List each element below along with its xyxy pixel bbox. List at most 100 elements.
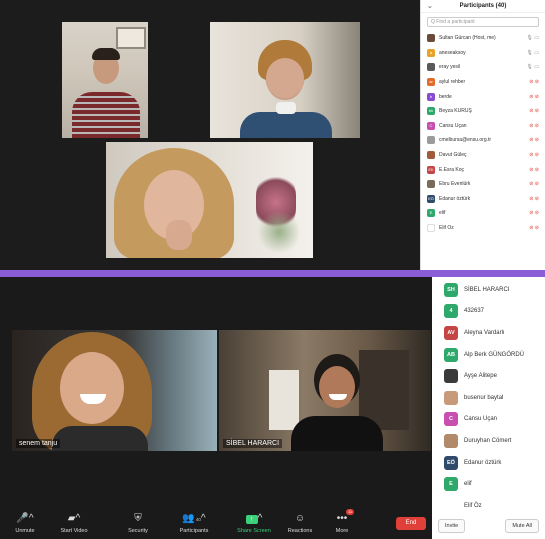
participant-row[interactable]: ar aylul rehber ⊘ ⊘: [421, 75, 545, 90]
participant-row[interactable]: Eelif ⊘ ⊘: [421, 206, 545, 221]
avatar: SH: [444, 282, 458, 297]
participant-row[interactable]: eray yesil 🎙 ▭: [421, 60, 545, 75]
participant-row[interactable]: EK E.Esra Koç ⊘ ⊘: [421, 162, 545, 177]
avatar: [427, 224, 435, 233]
participant-row[interactable]: Davut Güleç ⊘ ⊘: [421, 148, 545, 163]
participant-row[interactable]: 4 432637: [432, 301, 545, 323]
participants-icon: 👥40^: [182, 513, 206, 524]
participant-name: E.Esra Koç: [439, 166, 465, 173]
participant-row[interactable]: Elif Öz: [432, 495, 545, 517]
participant-name: Cansu Uçan: [439, 122, 467, 129]
avatar: a: [427, 48, 435, 57]
avatar: [427, 63, 435, 72]
meeting-toolbar: 🎤^ Unmute ▰^ Start Video ⛨ Security 👥40^…: [0, 509, 432, 539]
participant-name: Cansu Uçan: [464, 416, 498, 423]
avatar: AV: [444, 325, 458, 340]
participant-row[interactable]: Ayşe Alitepe: [432, 365, 545, 387]
start-video-button[interactable]: ▰^ Start Video: [52, 512, 96, 534]
avatar: 4: [444, 304, 458, 319]
avatar: [444, 390, 458, 405]
avatar: [427, 34, 435, 43]
chevron-down-icon[interactable]: ⌄: [427, 0, 433, 13]
participant-name: elif: [464, 481, 472, 488]
participant-name: cmelbursa@ensu.org.tr: [439, 137, 492, 144]
participant-name: Edanur öztürk: [464, 459, 502, 466]
invite-button[interactable]: Invite: [438, 519, 466, 533]
participants-count: 40: [195, 517, 201, 522]
muted-mic-video-icon: ⊘ ⊘: [529, 152, 539, 159]
avatar: [427, 151, 435, 160]
reactions-button[interactable]: ☺ Reactions: [278, 512, 322, 534]
panel-title: Participants (40): [459, 3, 507, 9]
video-tile-man[interactable]: [62, 22, 148, 138]
shield-icon: ⛨: [134, 513, 142, 524]
avatar: EÖ: [427, 194, 435, 203]
participant-name: Edanur öztürk: [439, 195, 471, 202]
muted-mic-video-icon: ⊘ ⊘: [529, 122, 539, 129]
participant-row[interactable]: EÖ Edanur öztürk: [432, 452, 545, 474]
participant-row[interactable]: cmelbursa@ensu.org.tr ⊘ ⊘: [421, 133, 545, 148]
participant-name: busenur baytal: [464, 394, 504, 401]
reactions-icon: ☺: [294, 513, 306, 524]
panel-header: ⌄ Participants (40): [421, 0, 545, 13]
participant-row[interactable]: EÖ Edanur öztürk ⊘ ⊘: [421, 192, 545, 207]
participant-row[interactable]: busenur baytal: [432, 387, 545, 409]
mic-muted-icon: 🎤^: [16, 513, 34, 524]
top-meeting-view: ⌄ Participants (40) Q Find a participant…: [0, 0, 545, 270]
muted-mic-video-icon: ⊘ ⊘: [529, 166, 539, 173]
participant-list: SH SİBEL HARARCI 4 432637 AV Aleyna Vardarlı A…: [432, 277, 545, 517]
participant-row[interactable]: C Cansu Uçan ⊘ ⊘: [421, 119, 545, 134]
video-tile-senem[interactable]: senem tanju: [12, 330, 217, 451]
participant-row[interactable]: Ebru Evenlürk ⊘ ⊘: [421, 177, 545, 192]
participant-row[interactable]: AB Alp Berk GÜNGÖRDÜ: [432, 344, 545, 366]
participant-row[interactable]: Elif Öz ⊘ ⊘: [421, 221, 545, 236]
participant-name: elif: [439, 210, 446, 217]
participant-row[interactable]: b berde ⊘ ⊘: [421, 89, 545, 104]
video-label-senem: senem tanju: [16, 439, 61, 448]
muted-mic-video-icon: ⊘ ⊘: [529, 181, 539, 188]
more-button[interactable]: ••• 11 More: [320, 509, 364, 534]
participant-name: Beyza KURUŞ: [439, 108, 472, 115]
participant-row[interactable]: Sultan Gürcan (Host, me) 🎙 ▭: [421, 31, 545, 46]
participant-name: 432637: [464, 308, 485, 315]
bottom-participants-panel: SH SİBEL HARARCI 4 432637 AV Aleyna Vardarlı A…: [432, 277, 545, 539]
avatar: [427, 180, 435, 189]
end-meeting-button[interactable]: End: [396, 517, 426, 530]
avatar: b: [427, 92, 435, 101]
mute-all-button[interactable]: Mute All: [505, 519, 539, 533]
avatar: [444, 498, 458, 513]
avatar: [444, 369, 458, 384]
video-tile-sibel[interactable]: SİBEL HARARCI: [219, 330, 431, 451]
panel-footer: Invite Mute All: [432, 519, 545, 533]
muted-mic-video-icon: ⊘ ⊘: [529, 225, 539, 232]
participant-row[interactable]: a aneseaksoy 🎙 ▭: [421, 46, 545, 61]
security-button[interactable]: ⛨ Security: [116, 512, 160, 534]
share-screen-button[interactable]: ↑ ^ Share Screen: [232, 512, 276, 534]
participant-row[interactable]: Eelif: [432, 473, 545, 495]
avatar: [427, 136, 435, 145]
participant-name: Aleyna Vardarlı: [464, 329, 505, 336]
mic-video-icon: 🎙 ▭: [526, 35, 539, 42]
participants-button[interactable]: 👥40^ Participants: [172, 512, 216, 534]
unmute-button[interactable]: 🎤^ Unmute: [3, 512, 47, 534]
bottom-meeting-view: senem tanju SİBEL HARARCI SH SİBEL HARARC…: [0, 277, 545, 539]
video-tile-active-speaker[interactable]: [210, 22, 360, 138]
avatar: [444, 433, 458, 448]
participant-row[interactable]: bk Beyza KURUŞ ⊘ ⊘: [421, 104, 545, 119]
participant-name: aylul rehber: [439, 79, 466, 86]
mic-video-icon: 🎙 ▭: [526, 49, 539, 56]
participant-row[interactable]: C Cansu Uçan: [432, 409, 545, 431]
find-participant-input[interactable]: Q Find a participant: [427, 17, 539, 27]
participant-name: aneseaksoy: [439, 49, 466, 56]
participant-row[interactable]: AV Aleyna Vardarlı: [432, 322, 545, 344]
avatar: AB: [444, 347, 458, 362]
participant-row[interactable]: SH SİBEL HARARCI: [432, 279, 545, 301]
avatar: EÖ: [444, 455, 458, 470]
video-tile-woman-blonde[interactable]: [106, 142, 313, 258]
participant-name: Davut Güleç: [439, 152, 467, 159]
participant-row[interactable]: Duruyhan Cömert: [432, 430, 545, 452]
participant-name: Sultan Gürcan (Host, me): [439, 35, 496, 42]
participant-name: Elif Öz: [439, 225, 454, 232]
share-screen-icon: ↑ ^: [232, 512, 276, 525]
participant-name: Alp Berk GÜNGÖRDÜ: [464, 351, 525, 358]
